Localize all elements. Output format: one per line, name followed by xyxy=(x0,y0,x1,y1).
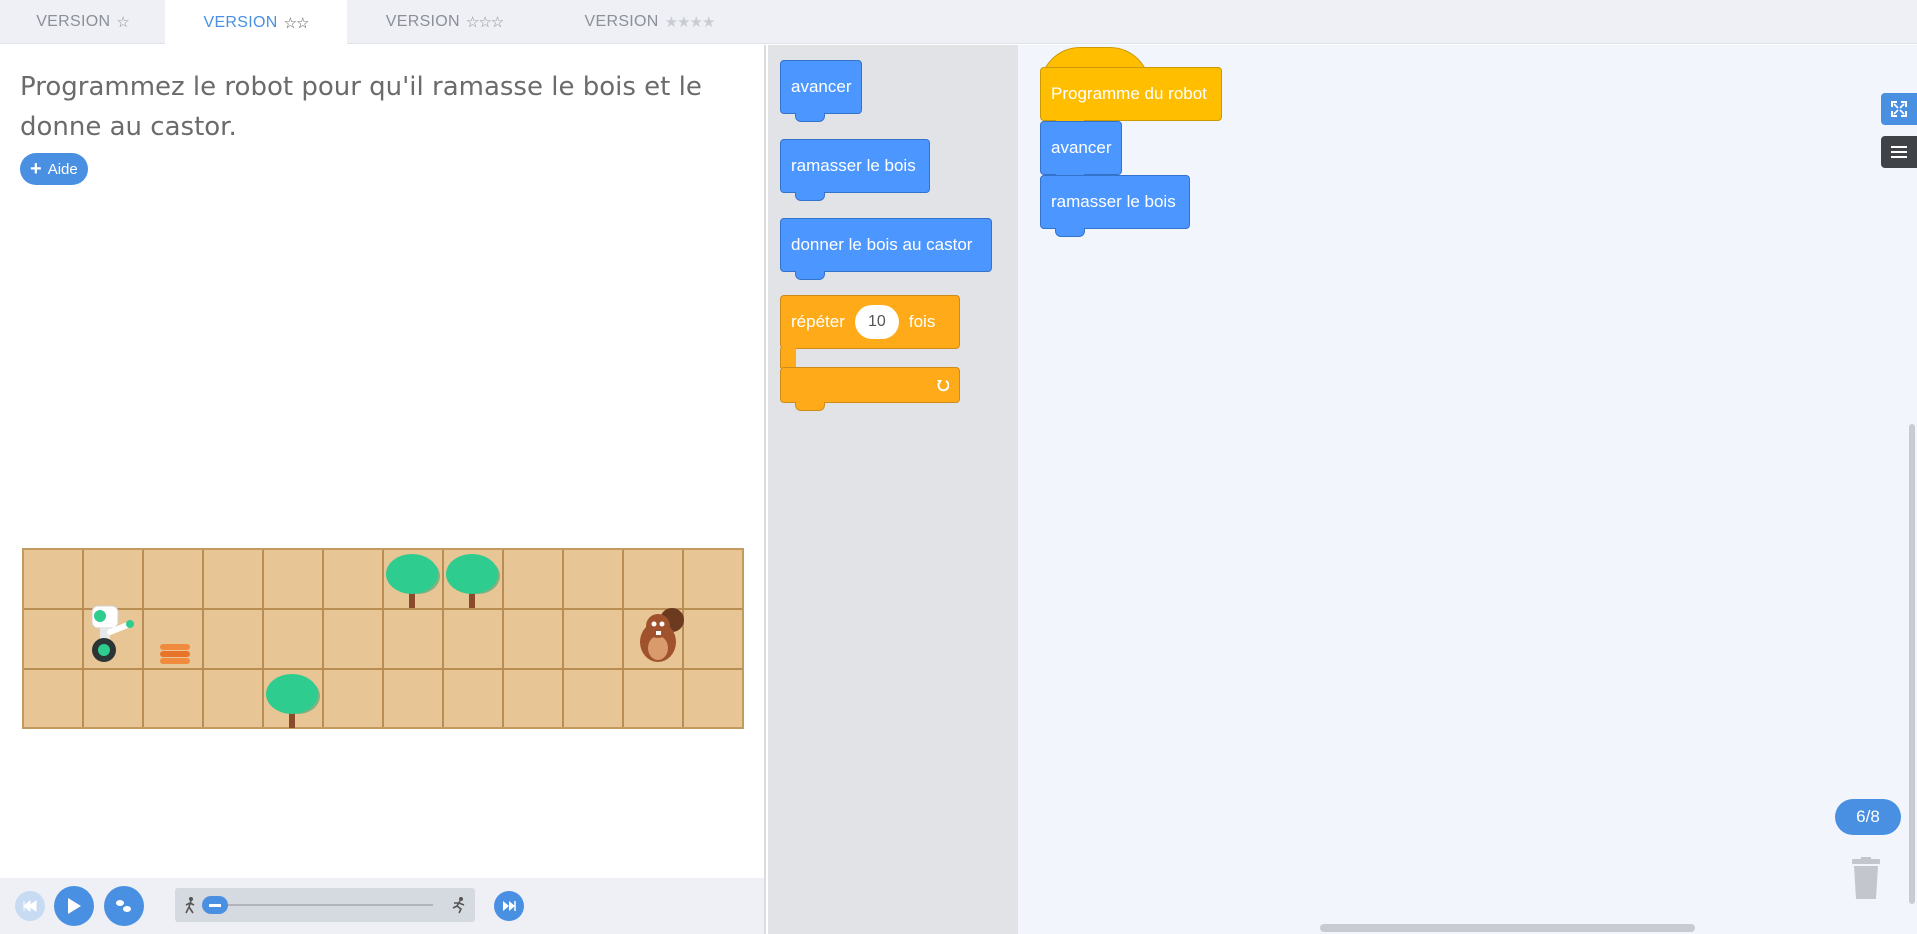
version-tabs: VERSION ☆ VERSION ☆☆ VERSION ☆☆☆ VERSION… xyxy=(0,0,1917,45)
tab-version-3-stars[interactable]: VERSION ☆☆☆ xyxy=(347,0,542,44)
beaver-icon xyxy=(640,608,684,662)
help-button[interactable]: + Aide xyxy=(20,153,88,185)
program-block-avancer[interactable]: avancer xyxy=(1040,121,1122,183)
step-button[interactable] xyxy=(104,886,144,926)
speed-slider[interactable] xyxy=(175,888,475,922)
tab-label: VERSION xyxy=(584,13,659,30)
tab-version-4-stars[interactable]: VERSION ★★★★ xyxy=(542,0,757,44)
program-block-ramasser[interactable]: ramasser le bois xyxy=(1040,175,1190,237)
block-label: avancer xyxy=(1051,138,1112,157)
game-grid xyxy=(22,548,744,729)
grid-line xyxy=(82,550,84,727)
hat-block-label: Programme du robot xyxy=(1051,84,1207,103)
block-connector xyxy=(1055,228,1085,237)
repeat-header: répéter 10 fois xyxy=(780,295,960,349)
grid-line xyxy=(622,550,624,727)
tree-icon xyxy=(266,674,320,728)
tab-label: VERSION xyxy=(203,13,278,31)
expand-icon xyxy=(1891,101,1907,117)
block-label: donner le bois au castor xyxy=(791,235,973,254)
block-label: ramasser le bois xyxy=(791,156,916,175)
repeat-footer xyxy=(780,367,960,411)
walk-icon xyxy=(185,897,195,914)
repeat-label-suffix: fois xyxy=(908,312,936,331)
tree-icon xyxy=(386,554,440,608)
rewind-icon xyxy=(23,900,37,912)
toolbox-block-ramasser[interactable]: ramasser le bois xyxy=(780,139,930,201)
task-instructions: Programmez le robot pour qu'il ramasse l… xyxy=(20,72,702,142)
star-icon: ☆☆☆ xyxy=(465,14,504,31)
trash-icon[interactable] xyxy=(1850,857,1882,901)
block-connector xyxy=(795,113,825,122)
block-connector xyxy=(795,271,825,280)
tab-version-2-stars[interactable]: VERSION ☆☆ xyxy=(165,0,347,45)
robot-icon xyxy=(91,605,134,662)
hat-block-body: Programme du robot xyxy=(1040,67,1222,129)
repeat-count-input[interactable]: 10 xyxy=(854,305,899,339)
playback-controls xyxy=(0,878,764,934)
tab-label: VERSION xyxy=(36,13,111,30)
progress-badge: 6/8 xyxy=(1835,799,1901,835)
block-connector xyxy=(795,192,825,201)
wood-icon xyxy=(160,644,190,664)
grid-line xyxy=(202,550,204,727)
repeat-label: répéter xyxy=(791,312,845,331)
toolbox-block-avancer[interactable]: avancer xyxy=(780,60,862,122)
fast-forward-icon xyxy=(503,901,516,911)
loop-arrow-icon xyxy=(937,380,949,392)
fast-forward-button[interactable] xyxy=(494,891,524,921)
speed-track[interactable] xyxy=(205,904,433,906)
horizontal-scrollbar[interactable] xyxy=(1320,924,1695,932)
app-root: VERSION ☆ VERSION ☆☆ VERSION ☆☆☆ VERSION… xyxy=(0,0,1917,934)
task-panel: Programmez le robot pour qu'il ramasse l… xyxy=(0,45,766,934)
plus-icon: + xyxy=(30,158,42,180)
rewind-button[interactable] xyxy=(15,891,45,921)
play-button[interactable] xyxy=(54,886,94,926)
repeat-arm xyxy=(780,348,796,368)
hamburger-icon xyxy=(1891,146,1907,158)
star-icon: ★★★★ xyxy=(664,14,716,31)
grid-line xyxy=(562,550,564,727)
help-button-label: Aide xyxy=(47,160,78,178)
star-icon: ☆ xyxy=(116,14,129,31)
toolbox-block-repeat[interactable]: répéter 10 fois xyxy=(780,295,960,415)
play-icon xyxy=(68,898,81,914)
tab-version-1-star[interactable]: VERSION ☆ xyxy=(0,0,165,44)
hat-block[interactable]: Programme du robot xyxy=(1040,47,1222,129)
vertical-scrollbar[interactable] xyxy=(1909,424,1915,904)
program-workspace[interactable]: Programme du robot avancer ramasser le b… xyxy=(1018,45,1917,934)
speed-knob[interactable] xyxy=(202,896,228,914)
footsteps-icon xyxy=(116,900,131,912)
block-toolbox: avancer ramasser le bois donner le bois … xyxy=(768,45,1018,934)
block-label: ramasser le bois xyxy=(1051,192,1176,211)
toolbox-block-donner[interactable]: donner le bois au castor xyxy=(780,218,992,280)
tree-icon xyxy=(446,554,500,608)
fullscreen-button[interactable] xyxy=(1881,93,1917,125)
run-icon xyxy=(452,897,465,914)
block-connector xyxy=(795,402,825,411)
star-icon: ☆☆ xyxy=(283,14,310,32)
tab-label: VERSION xyxy=(385,13,460,30)
grid-line xyxy=(24,668,742,670)
block-label: avancer xyxy=(791,77,852,96)
menu-button[interactable] xyxy=(1881,136,1917,168)
